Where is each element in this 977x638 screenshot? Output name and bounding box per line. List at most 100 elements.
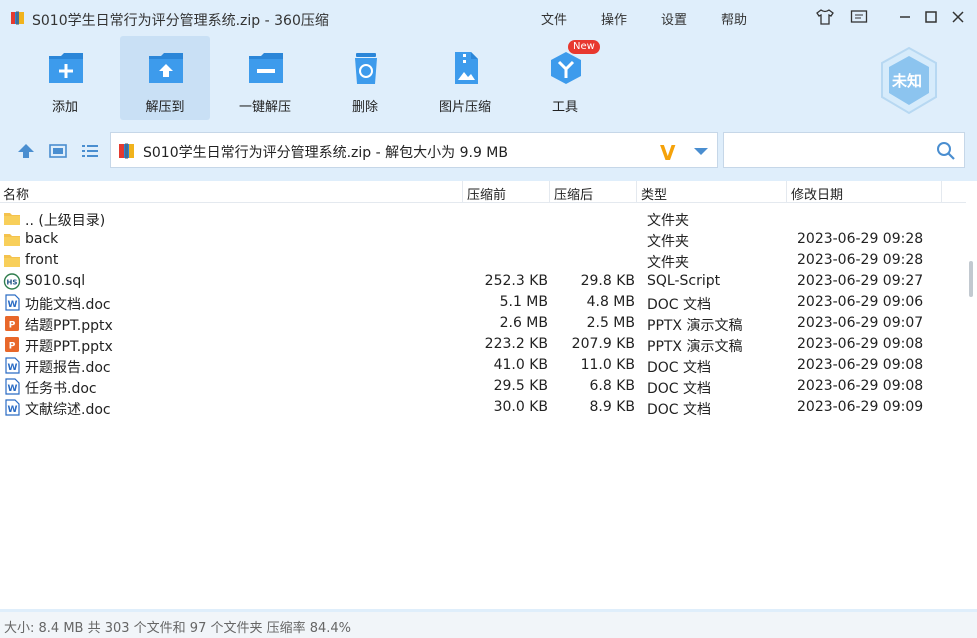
vertical-scrollbar[interactable] — [966, 181, 977, 609]
svg-text:HS: HS — [7, 279, 18, 287]
menu-help[interactable]: 帮助 — [721, 9, 747, 28]
file-modified: 2023-06-29 09:27 — [797, 273, 924, 289]
svg-text:W: W — [8, 405, 18, 415]
add-label: 添加 — [51, 100, 78, 115]
file-name: 功能文档.doc — [25, 297, 111, 313]
image-compress-icon — [455, 52, 478, 84]
maximize-icon[interactable] — [921, 8, 941, 26]
svg-text:P: P — [9, 321, 16, 331]
folder-icon — [4, 255, 20, 267]
zip-file-icon — [119, 143, 134, 159]
file-row[interactable]: W 功能文档.doc 5.1 MB 4.8 MB DOC 文档 2023-06-29 09… — [0, 292, 942, 313]
skin-icon[interactable] — [815, 8, 835, 26]
thumbnail-view-icon[interactable] — [48, 142, 68, 160]
word-doc-icon: W — [5, 294, 20, 311]
unknown-label: 未知 — [892, 72, 923, 90]
file-type: DOC 文档 — [647, 402, 712, 418]
column-modified[interactable]: 修改日期 — [791, 184, 843, 203]
folder-icon — [4, 234, 20, 246]
delete-label: 删除 — [351, 100, 378, 115]
file-modified: 2023-06-29 09:09 — [797, 399, 924, 415]
pptx-file-icon: P — [5, 316, 19, 331]
archive-path: S010学生日常行为评分管理系统.zip - 解包大小为 9.9 MB — [143, 145, 508, 161]
column-divider[interactable] — [786, 181, 787, 203]
file-name: .. (上级目录) — [25, 213, 106, 229]
file-compressed-size: 29.8 KB — [580, 273, 635, 289]
column-divider[interactable] — [462, 181, 463, 203]
column-header-row: 名称 压缩前 压缩后 类型 修改日期 — [0, 181, 977, 203]
column-type[interactable]: 类型 — [641, 184, 667, 203]
file-row[interactable]: P 开题PPT.pptx 223.2 KB 207.9 KB PPTX 演示文稿 2023… — [0, 334, 942, 355]
file-modified: 2023-06-29 09:08 — [797, 336, 924, 352]
add-button[interactable]: 添加 — [20, 36, 110, 120]
dropdown-arrow-icon[interactable] — [694, 148, 708, 155]
image-compress-button[interactable]: 图片压缩 — [420, 36, 510, 120]
column-divider[interactable] — [636, 181, 637, 203]
menu-file[interactable]: 文件 — [541, 9, 567, 28]
file-row[interactable]: P 结题PPT.pptx 2.6 MB 2.5 MB PPTX 演示文稿 2023-06-… — [0, 313, 942, 334]
menu-settings[interactable]: 设置 — [661, 9, 687, 28]
file-name: 开题PPT.pptx — [25, 339, 113, 355]
file-row[interactable]: W 任务书.doc 29.5 KB 6.8 KB DOC 文档 2023-06-29 09… — [0, 376, 942, 397]
file-size: 41.0 KB — [493, 357, 548, 373]
file-type: SQL-Script — [647, 273, 721, 289]
pptx-file-icon: P — [5, 337, 19, 352]
file-type: PPTX 演示文稿 — [647, 318, 743, 334]
column-divider[interactable] — [549, 181, 550, 203]
file-row[interactable]: HS S010.sql 252.3 KB 29.8 KB SQL-Script 2023-… — [0, 271, 942, 292]
main-toolbar: 添加 解压到 一键解压 删除 图片压缩 工具 New 未知 — [0, 36, 977, 128]
address-row: S010学生日常行为评分管理系统.zip - 解包大小为 9.9 MB V — [0, 130, 977, 174]
file-type: PPTX 演示文稿 — [647, 339, 743, 355]
one-click-extract-icon — [249, 53, 283, 83]
extract-to-button[interactable]: 解压到 — [120, 36, 210, 120]
file-modified: 2023-06-29 09:07 — [797, 315, 924, 331]
file-row[interactable]: .. (上级目录) 文件夹 — [0, 208, 942, 229]
tools-label: 工具 — [551, 100, 578, 115]
file-compressed-size: 6.8 KB — [589, 378, 636, 394]
extract-to-icon — [149, 53, 183, 83]
file-compressed-size: 8.9 KB — [589, 399, 636, 415]
new-badge: New — [568, 40, 600, 54]
file-row[interactable]: W 开题报告.doc 41.0 KB 11.0 KB DOC 文档 2023-06-29 … — [0, 355, 942, 376]
search-box[interactable] — [723, 132, 965, 168]
file-type: DOC 文档 — [647, 297, 712, 313]
address-bar[interactable]: S010学生日常行为评分管理系统.zip - 解包大小为 9.9 MB V — [110, 132, 718, 168]
file-modified: 2023-06-29 09:28 — [797, 231, 924, 247]
file-type: 文件夹 — [647, 213, 689, 229]
file-modified: 2023-06-29 09:08 — [797, 378, 924, 394]
search-icon[interactable] — [936, 141, 956, 161]
file-modified: 2023-06-29 09:28 — [797, 252, 924, 268]
title-bar: S010学生日常行为评分管理系统.zip - 360压缩 文件 操作 设置 帮助 — [0, 0, 977, 36]
search-input[interactable] — [730, 134, 930, 166]
word-doc-icon: W — [5, 378, 20, 395]
v-logo-icon[interactable]: V — [660, 141, 675, 165]
one-click-extract-button[interactable]: 一键解压 — [220, 36, 310, 120]
column-divider[interactable] — [941, 181, 942, 203]
file-name: back — [25, 231, 59, 247]
zip-app-icon — [11, 11, 24, 25]
delete-icon — [355, 53, 377, 84]
file-size: 5.1 MB — [499, 294, 548, 310]
file-size: 2.6 MB — [499, 315, 548, 331]
list-view-icon[interactable] — [80, 142, 100, 160]
file-name: 任务书.doc — [25, 381, 97, 397]
minimize-icon[interactable] — [895, 8, 915, 26]
column-compressed[interactable]: 压缩后 — [554, 184, 593, 203]
close-icon[interactable] — [948, 8, 968, 26]
svg-text:W: W — [8, 363, 18, 373]
status-text: 大小: 8.4 MB 共 303 个文件和 97 个文件夹 压缩率 84.4% — [4, 621, 352, 636]
unknown-status-badge[interactable]: 未知 — [878, 46, 940, 116]
column-size[interactable]: 压缩前 — [467, 184, 506, 203]
file-modified: 2023-06-29 09:06 — [797, 294, 924, 310]
up-arrow-icon[interactable] — [16, 142, 36, 160]
file-row[interactable]: W 文献综述.doc 30.0 KB 8.9 KB DOC 文档 2023-06-29 0… — [0, 397, 942, 418]
scrollbar-thumb[interactable] — [969, 261, 973, 297]
menu-operation[interactable]: 操作 — [601, 9, 627, 28]
delete-button[interactable]: 删除 — [320, 36, 410, 120]
column-name[interactable]: 名称 — [3, 184, 29, 203]
feedback-icon[interactable] — [849, 8, 869, 26]
file-type: DOC 文档 — [647, 360, 712, 376]
file-row[interactable]: back 文件夹 2023-06-29 09:28 — [0, 229, 942, 250]
file-compressed-size: 4.8 MB — [586, 294, 635, 310]
file-row[interactable]: front 文件夹 2023-06-29 09:28 — [0, 250, 942, 271]
